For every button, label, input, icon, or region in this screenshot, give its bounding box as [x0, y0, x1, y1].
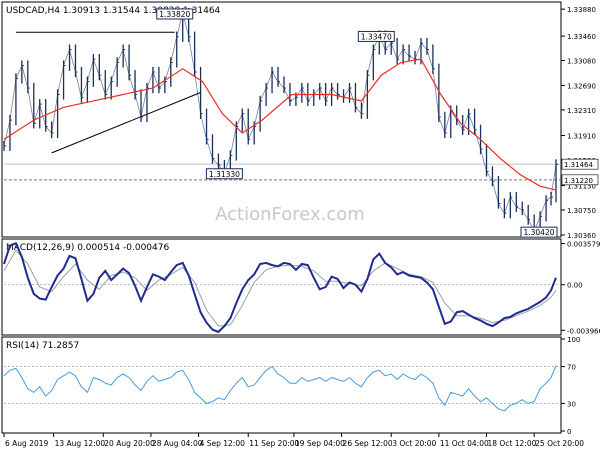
time-axis-label: 19 Sep 04:00 [295, 439, 345, 448]
macd-panel-title: MACD(12,26,9) 0.000514 -0.000476 [6, 243, 169, 253]
time-axis-label: 20 Aug 20:00 [104, 439, 155, 448]
macd-y-tick-label: -0.003966 [567, 327, 600, 335]
rsi-y-tick-label: 0 [567, 428, 571, 436]
macd-y-tick-label: 0.003579 [567, 241, 600, 249]
rsi-y-tick-label: 30 [567, 400, 576, 408]
price-y-tick-label: 1.32310 [567, 107, 596, 115]
price-level-label: 1.30420 [523, 228, 554, 237]
chart-background [0, 0, 600, 450]
price-level-label: 1.33470 [361, 32, 392, 41]
rsi-y-tick-label: 100 [567, 336, 580, 344]
forex-chart: ActionForex.com USDCAD,H4 1.30913 1.3154… [0, 0, 600, 450]
time-axis-label: 3 Oct 20:00 [392, 439, 436, 448]
time-axis-label: 4 Sep 12:00 [200, 439, 246, 448]
rsi-y-tick-label: 70 [567, 364, 576, 372]
current-price-tag: 1.31464 [564, 161, 593, 169]
time-axis-label: 11 Oct 04:00 [440, 439, 489, 448]
time-axis-label: 11 Sep 20:00 [249, 439, 299, 448]
chart-svg: ActionForex.com USDCAD,H4 1.30913 1.3154… [0, 0, 600, 450]
price-y-tick-label: 1.33080 [567, 57, 596, 65]
price-y-tick-label: 1.33460 [567, 33, 596, 41]
rsi-panel-title: RSI(14) 71.2857 [6, 341, 79, 351]
time-axis-label: 25 Oct 20:00 [535, 439, 584, 448]
time-axis-label: 6 Aug 2019 [5, 439, 48, 448]
time-axis-label: 18 Oct 12:00 [488, 439, 537, 448]
macd-y-tick-label: 0.00 [567, 282, 583, 290]
price-level-label: 1.33820 [159, 10, 190, 19]
watermark: ActionForex.com [215, 204, 365, 225]
price-y-tick-label: 1.33880 [567, 6, 596, 14]
level-price-tag: 1.31220 [564, 177, 593, 185]
time-axis-label: 13 Aug 12:00 [55, 439, 106, 448]
price-y-tick-label: 1.31910 [567, 133, 596, 141]
price-y-tick-label: 1.32690 [567, 82, 596, 90]
time-axis-label: 28 Aug 04:00 [152, 439, 203, 448]
time-axis-label: 26 Sep 12:00 [343, 439, 393, 448]
price-y-tick-label: 1.30360 [567, 232, 596, 240]
price-y-tick-label: 1.30750 [567, 207, 596, 215]
price-level-label: 1.31330 [209, 170, 240, 179]
